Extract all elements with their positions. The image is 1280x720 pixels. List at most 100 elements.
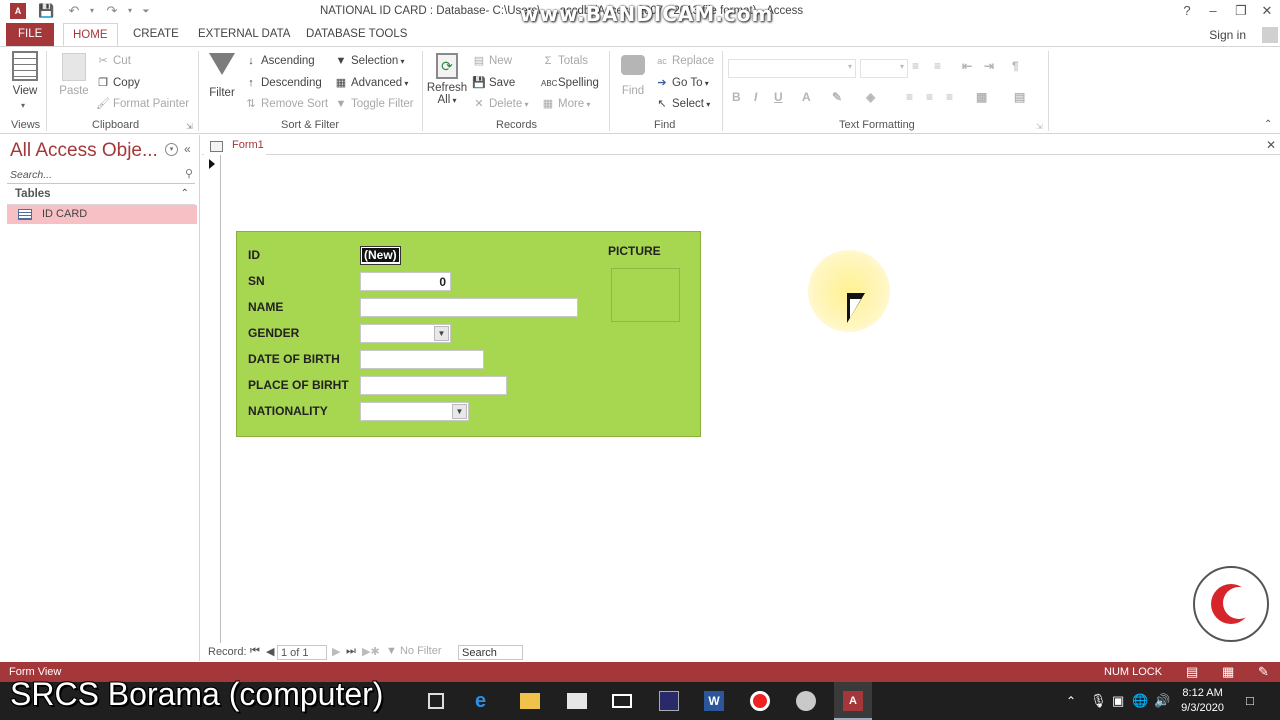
totals-button[interactable]: Σ Totals — [541, 52, 588, 70]
increase-indent-icon[interactable]: ⇥ — [984, 59, 994, 73]
spelling-button[interactable]: ABCSpelling — [541, 74, 599, 92]
clipboard-launcher-icon[interactable]: ⇲ — [186, 122, 193, 131]
go-to-button[interactable]: ➔ Go To ▾ — [655, 74, 708, 92]
refresh-all-button[interactable]: ⟳ Refresh All ▾ — [426, 53, 468, 106]
replace-button[interactable]: ac Replace — [655, 52, 714, 70]
access-app-icon[interactable]: A — [10, 3, 26, 19]
view-dropdown-icon[interactable]: ▾ — [21, 101, 25, 110]
nationality-dropdown-icon[interactable]: ▼ — [452, 404, 467, 419]
selection-button[interactable]: ▼ Selection ▾ — [334, 52, 405, 70]
paragraph-direction-icon[interactable]: ¶ — [1012, 59, 1019, 73]
nav-item-id-card[interactable]: ID CARD — [7, 205, 197, 224]
tab-create[interactable]: CREATE — [124, 23, 188, 46]
filter-button[interactable]: Filter — [204, 53, 240, 99]
paste-button[interactable]: Paste — [56, 53, 92, 97]
next-record-icon[interactable]: ▶ — [332, 645, 340, 658]
minimize-button[interactable]: – — [1200, 2, 1226, 20]
store-icon[interactable] — [567, 693, 587, 709]
nav-search-box[interactable]: Search... ⚲ — [7, 167, 195, 184]
first-record-icon[interactable]: ⏮ — [250, 645, 260, 658]
descending-button[interactable]: ↑ Descending — [244, 74, 321, 92]
tab-form1[interactable]: Form1 — [204, 137, 266, 157]
more-button[interactable]: ▦ More ▾ — [541, 95, 591, 113]
fill-color-icon[interactable]: ◈ — [866, 90, 875, 104]
new-record-button[interactable]: ▤ New — [472, 52, 512, 70]
language-icon[interactable]: 🌐 — [1132, 693, 1148, 709]
gridlines-icon[interactable]: ▦ — [976, 90, 987, 104]
dob-field[interactable] — [360, 350, 484, 369]
tab-file[interactable]: FILE — [6, 23, 55, 46]
collapse-ribbon-icon[interactable]: ⌃ — [1264, 119, 1272, 130]
ascending-button[interactable]: ↓ Ascending — [244, 52, 314, 70]
font-color-button[interactable]: A — [802, 90, 811, 104]
font-size-combo[interactable]: ▾ — [860, 59, 908, 78]
nav-menu-dropdown-icon[interactable]: ▾ — [165, 143, 178, 156]
id-field[interactable]: (New) — [360, 246, 401, 265]
align-center-icon[interactable]: ≡ — [926, 90, 933, 104]
account-picture-icon[interactable] — [1262, 27, 1278, 43]
gender-combo[interactable]: ▼ — [360, 324, 451, 343]
redo-icon[interactable]: ↷ — [104, 3, 120, 19]
form-view-icon[interactable]: ▤ — [1186, 664, 1198, 680]
tab-database-tools[interactable]: DATABASE TOOLS — [297, 23, 416, 46]
text-formatting-launcher-icon[interactable]: ⇲ — [1036, 122, 1043, 131]
microphone-icon[interactable]: 🎙 — [1090, 693, 1107, 709]
last-record-icon[interactable]: ⏭ — [346, 645, 356, 658]
close-document-icon[interactable]: ✕ — [1266, 138, 1276, 152]
cut-button[interactable]: ✂ Cut — [96, 52, 131, 70]
restore-button[interactable]: ❐ — [1228, 2, 1254, 20]
notification-icon[interactable]: □ — [1246, 693, 1254, 708]
tray-chevron-icon[interactable]: ⌃ — [1066, 694, 1076, 708]
advanced-button[interactable]: ▦ Advanced ▾ — [334, 74, 409, 92]
bold-button[interactable]: B — [732, 90, 741, 104]
save-record-button[interactable]: 💾 Save — [472, 74, 515, 92]
tab-home[interactable]: HOME — [63, 23, 118, 46]
undo-dropdown-icon[interactable]: ▾ — [84, 3, 100, 19]
italic-button[interactable]: I — [754, 90, 757, 104]
datasheet-view-icon[interactable]: ▦ — [1222, 664, 1234, 680]
search-icon[interactable]: ⚲ — [185, 167, 193, 180]
taskbar-clock[interactable]: 8:12 AM 9/3/2020 — [1181, 686, 1224, 716]
sn-field[interactable]: 0 — [360, 272, 451, 291]
highlight-icon[interactable]: ✎ — [832, 90, 842, 104]
nav-pane-title[interactable]: All Access Obje... — [10, 140, 158, 162]
redo-dropdown-icon[interactable]: ▾ — [122, 3, 138, 19]
new-record-nav-icon[interactable]: ▶✱ — [362, 645, 380, 658]
record-icon[interactable] — [750, 691, 770, 711]
save-icon[interactable]: 💾 — [38, 3, 54, 19]
align-left-icon[interactable]: ≡ — [906, 90, 913, 104]
shutter-bar-close-icon[interactable]: « — [184, 142, 191, 156]
find-button[interactable]: Find — [616, 55, 650, 97]
format-painter-button[interactable]: 🖌 Format Painter — [96, 95, 189, 113]
collapse-group-icon[interactable]: ⌃ — [181, 188, 189, 199]
bullets-icon[interactable]: ≡ — [912, 59, 919, 73]
mail-icon[interactable] — [612, 694, 632, 708]
task-view-icon[interactable] — [428, 693, 444, 709]
customize-qat-icon[interactable]: ⏷ — [138, 3, 154, 19]
bird-app-icon[interactable] — [796, 691, 816, 711]
prev-record-icon[interactable]: ◀ — [266, 645, 274, 658]
record-position-field[interactable]: 1 of 1 — [277, 645, 327, 660]
toggle-filter-button[interactable]: ▼ Toggle Filter — [334, 95, 414, 113]
picture-frame[interactable] — [611, 268, 680, 322]
font-name-combo[interactable]: ▾ — [728, 59, 856, 78]
record-search-box[interactable]: Search — [458, 645, 523, 660]
record-selector[interactable] — [204, 155, 221, 643]
view-button[interactable]: View — [6, 51, 44, 97]
no-filter-button[interactable]: ▼ No Filter — [386, 645, 442, 657]
delete-record-button[interactable]: ✕ Delete ▾ — [472, 95, 528, 113]
tab-external-data[interactable]: EXTERNAL DATA — [189, 23, 299, 46]
remove-sort-button[interactable]: ⇅ Remove Sort — [244, 95, 328, 113]
network-icon[interactable]: ▣ — [1112, 693, 1124, 709]
copy-button[interactable]: ❐ Copy — [96, 74, 140, 92]
alternate-row-color-icon[interactable]: ▤ — [1014, 90, 1025, 104]
layout-view-icon[interactable]: ✎ — [1258, 664, 1269, 680]
volume-icon[interactable]: 🔊 — [1154, 693, 1170, 709]
name-field[interactable] — [360, 298, 578, 317]
file-explorer-icon[interactable] — [520, 693, 540, 709]
sign-in-link[interactable]: Sign in — [1209, 28, 1246, 42]
place-of-birth-field[interactable] — [360, 376, 507, 395]
edge-icon[interactable]: e — [475, 691, 495, 711]
access-taskbar-button[interactable]: A — [834, 682, 872, 720]
nav-group-tables[interactable]: Tables ⌃ — [7, 187, 195, 205]
